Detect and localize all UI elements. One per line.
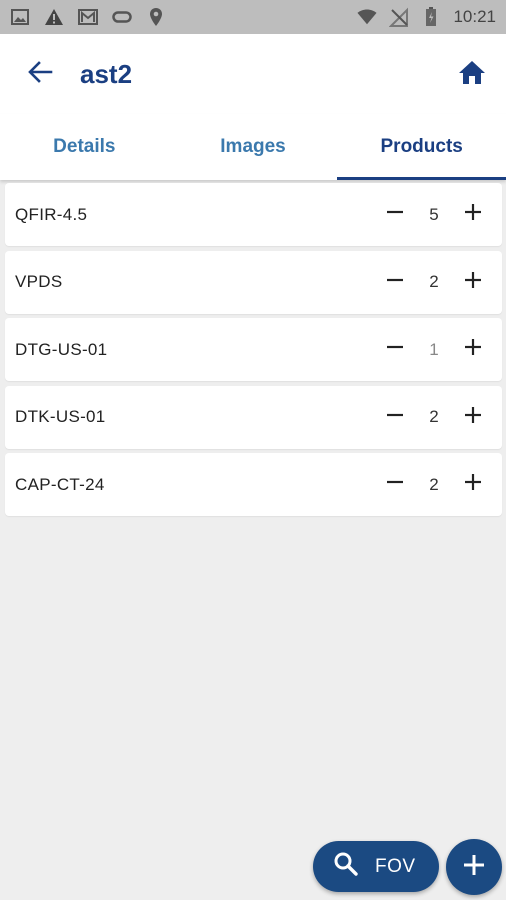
add-product-button[interactable] xyxy=(446,839,502,895)
decrement-button[interactable] xyxy=(376,466,414,504)
decrement-button[interactable] xyxy=(376,196,414,234)
status-icons-left xyxy=(10,7,166,27)
minus-icon xyxy=(386,473,404,496)
voicemail-icon xyxy=(112,7,132,27)
product-name: CAP-CT-24 xyxy=(15,474,105,494)
battery-icon xyxy=(421,7,441,27)
product-name: DTG-US-01 xyxy=(15,339,108,359)
quantity-stepper: 1 xyxy=(376,331,492,369)
minus-icon xyxy=(386,338,404,361)
location-pin-icon xyxy=(146,7,166,27)
product-name: QFIR-4.5 xyxy=(15,204,88,224)
list-item[interactable]: DTG-US-01 1 xyxy=(5,318,502,381)
fov-search-button[interactable]: FOV xyxy=(313,841,439,892)
arrow-left-icon xyxy=(27,59,53,90)
home-button[interactable] xyxy=(454,56,490,92)
decrement-button[interactable] xyxy=(376,331,414,369)
tab-details[interactable]: Details xyxy=(0,114,169,180)
tab-products[interactable]: Products xyxy=(337,114,506,180)
quantity-stepper: 2 xyxy=(376,466,492,504)
home-icon xyxy=(458,59,486,90)
increment-button[interactable] xyxy=(454,466,492,504)
status-bar: 10:21 xyxy=(0,0,506,34)
image-icon xyxy=(10,7,30,27)
increment-button[interactable] xyxy=(454,398,492,436)
quantity-stepper: 5 xyxy=(376,196,492,234)
plus-icon xyxy=(462,853,486,882)
quantity-value: 5 xyxy=(429,204,439,224)
product-name: DTK-US-01 xyxy=(15,407,106,426)
tab-bar: Details Images Products xyxy=(0,114,506,180)
status-icons-right: 10:21 xyxy=(357,7,496,27)
list-item[interactable]: CAP-CT-24 2 xyxy=(5,453,502,516)
gmail-icon xyxy=(78,7,98,27)
search-icon xyxy=(333,851,359,882)
product-name: VPDS xyxy=(15,272,63,291)
plus-icon xyxy=(464,406,482,429)
status-time: 10:21 xyxy=(453,7,496,26)
increment-button[interactable] xyxy=(454,331,492,369)
fov-button-label: FOV xyxy=(375,855,416,877)
quantity-stepper: 2 xyxy=(376,398,492,436)
increment-button[interactable] xyxy=(454,196,492,234)
quantity-value: 1 xyxy=(429,339,439,359)
plus-icon xyxy=(464,203,482,226)
plus-icon xyxy=(464,271,482,294)
quantity-value: 2 xyxy=(429,474,439,494)
list-item[interactable]: DTK-US-01 2 xyxy=(5,385,502,449)
product-list: QFIR-4.5 5 VPDS 2 DTG-US-01 1 DTK-US-01 … xyxy=(5,183,502,521)
increment-button[interactable] xyxy=(454,263,492,301)
decrement-button[interactable] xyxy=(376,398,414,436)
list-item[interactable]: VPDS 2 xyxy=(5,250,502,314)
plus-icon xyxy=(464,338,482,361)
page-title: ast2 xyxy=(80,58,133,89)
app-bar: ast2 xyxy=(0,34,506,114)
quantity-value: 2 xyxy=(429,272,439,291)
minus-icon xyxy=(386,406,404,429)
minus-icon xyxy=(386,271,404,294)
quantity-value: 2 xyxy=(429,407,439,426)
warning-icon xyxy=(44,7,64,27)
tab-images[interactable]: Images xyxy=(169,114,338,180)
minus-icon xyxy=(386,203,404,226)
list-item[interactable]: QFIR-4.5 5 xyxy=(5,183,502,246)
back-button[interactable] xyxy=(24,58,56,90)
decrement-button[interactable] xyxy=(376,263,414,301)
no-signal-icon xyxy=(389,7,409,27)
wifi-icon xyxy=(357,7,377,27)
quantity-stepper: 2 xyxy=(376,263,492,301)
plus-icon xyxy=(464,473,482,496)
